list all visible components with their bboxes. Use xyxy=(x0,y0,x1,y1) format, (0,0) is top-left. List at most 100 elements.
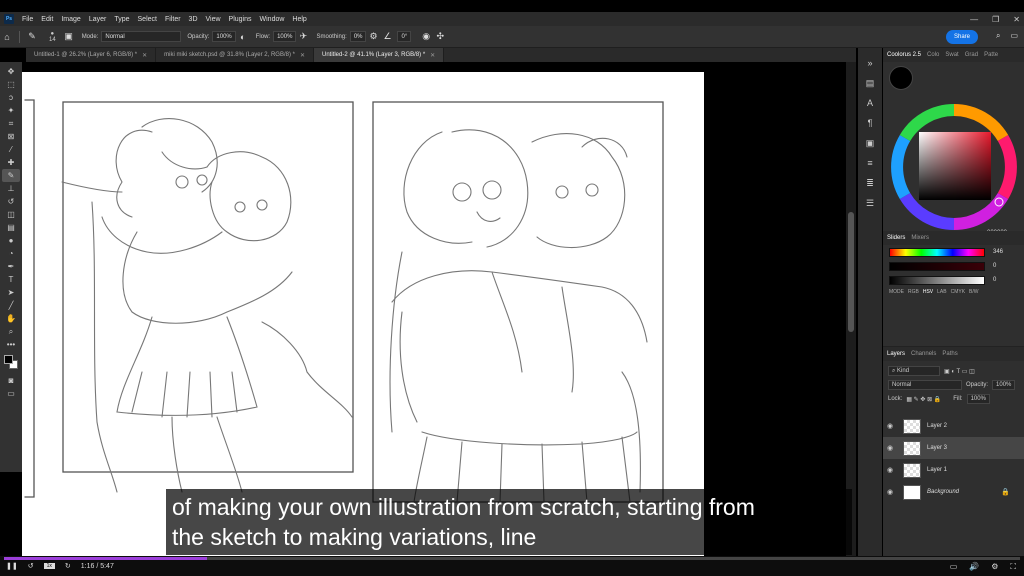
adjustments-icon[interactable]: ≣ xyxy=(866,178,874,192)
mode-lab[interactable]: LAB xyxy=(937,289,946,295)
angle-field[interactable]: 0° xyxy=(397,31,412,42)
tab-untitled-1[interactable]: Untitled-1 @ 26.2% (Layer 6, RGB/8) * ✕ xyxy=(26,48,157,62)
video-progress-bar[interactable] xyxy=(4,557,1020,560)
saturation-slider[interactable] xyxy=(889,261,985,271)
hand-tool-icon[interactable]: ✋ xyxy=(2,312,20,325)
close-icon[interactable]: ✕ xyxy=(300,52,305,59)
filter-icons[interactable]: ▣ ◐ T ▭ ◫ xyxy=(944,368,975,375)
tab-paths[interactable]: Paths xyxy=(942,351,957,357)
eyedropper-tool-icon[interactable]: ⁄ xyxy=(2,143,20,156)
scroll-thumb[interactable] xyxy=(848,212,854,332)
frame-tool-icon[interactable]: ⊠ xyxy=(2,130,20,143)
hue-slider[interactable] xyxy=(889,247,985,257)
mode-select[interactable]: Normal xyxy=(101,31,182,42)
document-canvas[interactable] xyxy=(22,72,704,556)
settings-icon[interactable]: ⚙ xyxy=(991,562,998,572)
layer-name[interactable]: Layer 3 xyxy=(927,445,947,451)
eye-icon[interactable]: ◉ xyxy=(887,422,899,430)
brush-preset-picker[interactable]: ● 14 xyxy=(49,31,56,43)
menu-layer[interactable]: Layer xyxy=(85,16,111,23)
share-button[interactable]: Share xyxy=(946,30,978,44)
magic-wand-tool-icon[interactable]: ✦ xyxy=(2,104,20,117)
workspace-icon[interactable]: ▭ xyxy=(1010,31,1018,41)
close-icon[interactable]: ✕ xyxy=(142,52,147,59)
speed-button[interactable]: 1x xyxy=(43,563,55,569)
tab-gradients[interactable]: Grad xyxy=(965,52,978,58)
foreground-color-swatch[interactable] xyxy=(4,355,13,364)
move-tool-icon[interactable]: ✥ xyxy=(2,65,20,78)
layer-name[interactable]: Layer 1 xyxy=(927,467,947,473)
forward-icon[interactable]: ↻ xyxy=(65,562,71,570)
brush-settings-icon[interactable]: ▣ xyxy=(62,31,76,42)
tab-swatches[interactable]: Swat xyxy=(945,52,958,58)
menu-filter[interactable]: Filter xyxy=(161,16,185,23)
brightness-slider[interactable] xyxy=(889,275,985,285)
libraries-icon[interactable]: ☰ xyxy=(866,198,874,212)
eye-icon[interactable]: ◉ xyxy=(887,444,899,452)
replay-icon[interactable]: ↺ xyxy=(28,562,34,570)
history-brush-icon[interactable]: ↺ xyxy=(2,195,20,208)
collapse-icon[interactable]: » xyxy=(867,58,872,72)
marquee-tool-icon[interactable]: ⬚ xyxy=(2,78,20,91)
tab-color[interactable]: Colo xyxy=(927,52,939,58)
fullscreen-icon[interactable]: ⛶ xyxy=(1010,562,1016,572)
brightness-value[interactable]: 0 xyxy=(993,277,996,283)
mode-rgb[interactable]: RGB xyxy=(908,289,919,295)
lock-icon[interactable]: 🔒 xyxy=(1001,488,1010,496)
history-icon[interactable]: ▤ xyxy=(866,78,875,92)
flow-field[interactable]: 100% xyxy=(273,31,297,42)
mode-cmyk[interactable]: CMYK xyxy=(951,289,965,295)
fill-field[interactable]: 100% xyxy=(966,394,990,404)
eraser-tool-icon[interactable]: ◫ xyxy=(2,208,20,221)
tab-channels[interactable]: Channels xyxy=(911,351,936,357)
layer-name[interactable]: Background xyxy=(927,489,959,495)
color-swatches[interactable] xyxy=(3,354,19,370)
menu-plugins[interactable]: Plugins xyxy=(225,16,256,23)
captions-icon[interactable]: ▭ xyxy=(950,562,958,572)
blur-tool-icon[interactable]: ● xyxy=(2,234,20,247)
restore-icon[interactable]: ❐ xyxy=(992,15,999,24)
brush-tool-icon[interactable]: ✎ xyxy=(2,169,20,182)
tab-mixers[interactable]: Mixers xyxy=(911,235,929,241)
tab-layers[interactable]: Layers xyxy=(887,351,905,357)
screen-mode-icon[interactable]: ▭ xyxy=(2,387,20,400)
layer-row-layer-3[interactable]: ◉ Layer 3 xyxy=(883,437,1024,459)
close-icon[interactable]: ✕ xyxy=(1013,15,1020,24)
airbrush-icon[interactable]: ✈ xyxy=(296,31,310,42)
search-icon[interactable]: ⌕ xyxy=(996,31,1000,41)
tab-patterns[interactable]: Patte xyxy=(984,52,998,58)
color-wheel[interactable] xyxy=(889,102,1019,232)
healing-tool-icon[interactable]: ✚ xyxy=(2,156,20,169)
properties-icon[interactable]: ≡ xyxy=(867,158,872,172)
layer-row-background[interactable]: ◉ Background 🔒 xyxy=(883,481,1024,503)
current-color-swatch[interactable] xyxy=(889,66,913,90)
lasso-tool-icon[interactable]: ↄ xyxy=(2,91,20,104)
canvas-area[interactable] xyxy=(22,62,856,556)
lock-icons[interactable]: ▦ ✎ ✥ ⊠ 🔒 xyxy=(906,396,941,403)
pressure-opacity-icon[interactable]: ◐ xyxy=(236,32,250,42)
pressure-size-icon[interactable]: ◉ xyxy=(419,31,433,42)
menu-image[interactable]: Image xyxy=(57,16,84,23)
minimize-icon[interactable]: — xyxy=(970,15,978,24)
layer-row-layer-1[interactable]: ◉ Layer 1 xyxy=(883,459,1024,481)
menu-view[interactable]: View xyxy=(202,16,225,23)
path-select-icon[interactable]: ➤ xyxy=(2,286,20,299)
type-tool-icon[interactable]: T xyxy=(2,273,20,286)
blend-mode-select[interactable]: Normal xyxy=(888,380,962,390)
menu-type[interactable]: Type xyxy=(110,16,133,23)
opacity-field[interactable]: 100% xyxy=(212,31,236,42)
gradient-tool-icon[interactable]: ▤ xyxy=(2,221,20,234)
tab-sliders[interactable]: Sliders xyxy=(887,235,905,241)
close-icon[interactable]: ✕ xyxy=(430,52,435,59)
layer-name[interactable]: Layer 2 xyxy=(927,423,947,429)
pen-tool-icon[interactable]: ✒ xyxy=(2,260,20,273)
vertical-scrollbar[interactable] xyxy=(846,62,856,556)
stamp-tool-icon[interactable]: ⊥ xyxy=(2,182,20,195)
paragraph-icon[interactable]: ¶ xyxy=(868,118,873,132)
menu-3d[interactable]: 3D xyxy=(185,16,202,23)
gear-icon[interactable]: ⚙ xyxy=(366,31,380,42)
hue-value[interactable]: 346 xyxy=(993,249,1003,255)
crop-tool-icon[interactable]: ⌗ xyxy=(2,117,20,130)
zoom-tool-icon[interactable]: ⌕ xyxy=(2,325,20,338)
layer-row-layer-2[interactable]: ◉ Layer 2 xyxy=(883,415,1024,437)
